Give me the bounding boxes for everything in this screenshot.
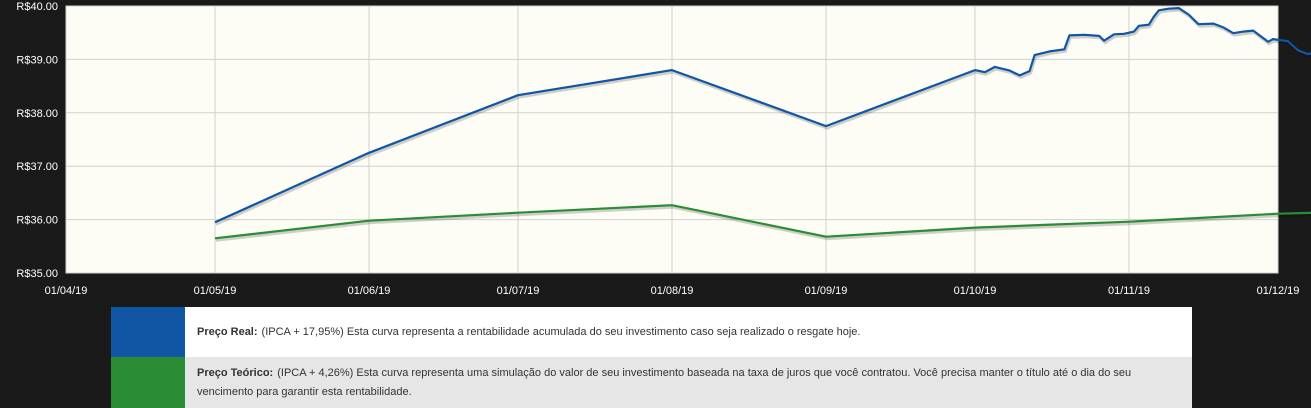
price-chart: R$35.00 R$36.00 R$37.00 R$38.00 R$39.00 R$40.… <box>16 1 1311 297</box>
legend-swatch-teorico <box>111 357 185 408</box>
x-tick-label: 01/10/19 <box>954 285 997 297</box>
x-tick-label: 01/08/19 <box>651 285 694 297</box>
y-tick-label: R$38.00 <box>16 108 58 120</box>
legend-swatch-real <box>111 307 185 357</box>
x-tick-label: 01/09/19 <box>805 285 848 297</box>
x-tick-label: 01/04/19 <box>45 285 88 297</box>
y-axis-ticks: R$35.00 R$36.00 R$37.00 R$38.00 R$39.00 R$40.… <box>16 1 58 280</box>
legend-label-real: Preço Real: <box>197 325 258 338</box>
legend-text-teorico: Preço Teórico: (IPCA + 4,26%) Esta curva … <box>185 357 1192 408</box>
y-tick-label: R$36.00 <box>16 215 58 227</box>
legend-text-real: Preço Real: (IPCA + 17,95%) Esta curva re… <box>185 307 872 357</box>
x-tick-label: 01/05/19 <box>194 285 237 297</box>
legend-desc-real: (IPCA + 17,95%) Esta curva representa a … <box>261 325 861 338</box>
legend-item-real: Preço Real: (IPCA + 17,95%) Esta curva re… <box>111 307 1192 357</box>
y-tick-label: R$37.00 <box>16 161 58 173</box>
y-tick-label: R$39.00 <box>16 54 58 66</box>
x-tick-label: 01/06/19 <box>348 285 391 297</box>
x-tick-label: 01/07/19 <box>497 285 540 297</box>
x-tick-label: 01/11/19 <box>1108 285 1150 297</box>
x-axis-ticks: 01/04/19 01/05/19 01/06/19 01/07/19 01/08/19… <box>45 285 1300 297</box>
x-tick-label: 01/12/19 <box>1257 285 1300 297</box>
legend-desc-teorico: (IPCA + 4,26%) Esta curva representa uma… <box>197 366 1132 398</box>
legend-label-teorico: Preço Teórico: <box>197 366 274 379</box>
legend-item-teorico: Preço Teórico: (IPCA + 4,26%) Esta curva … <box>111 357 1192 408</box>
y-tick-label: R$35.00 <box>16 268 58 280</box>
y-tick-label: R$40.00 <box>16 1 58 13</box>
legend: Preço Real: (IPCA + 17,95%) Esta curva re… <box>111 307 1192 408</box>
